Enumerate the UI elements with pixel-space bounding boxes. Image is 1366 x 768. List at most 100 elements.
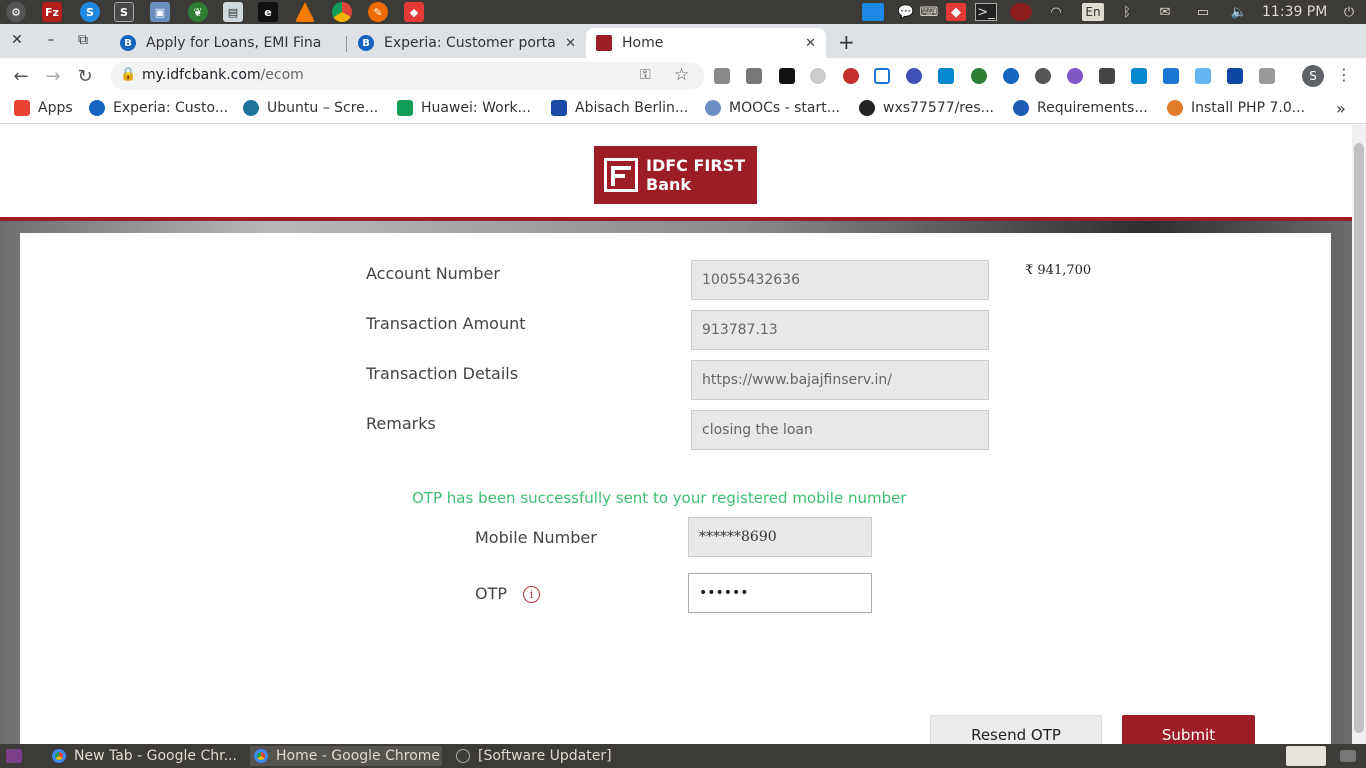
extension-icon[interactable] [1067, 68, 1083, 84]
notes-icon[interactable] [874, 68, 890, 84]
minimize-window-icon[interactable]: – [42, 32, 60, 48]
app-indicator-icon[interactable] [862, 3, 884, 21]
bluetooth-icon[interactable]: ᛒ [1120, 3, 1134, 21]
power-icon[interactable]: ⏻ [1340, 3, 1358, 21]
extension-icon[interactable] [810, 68, 826, 84]
bookmark-github[interactable]: wxs77577/res... [859, 100, 994, 116]
lock-icon[interactable]: 🔒 [120, 67, 136, 82]
camera-icon[interactable] [746, 68, 762, 84]
document-icon[interactable]: ▤ [223, 2, 243, 22]
clock[interactable]: 11:39 PM [1262, 4, 1327, 20]
address-bar[interactable]: 🔒 my.idfcbank.com/ecom ⚿ ☆ [110, 62, 704, 90]
scrollbar-thumb[interactable] [1354, 143, 1364, 733]
tab-apply-for-loans[interactable]: B Apply for Loans, EMI Fina [110, 28, 346, 58]
bookmark-ubuntu[interactable]: Ubuntu – Scre... [243, 100, 378, 116]
transaction-details-field: https://www.bajajfinserv.in/ [691, 360, 989, 400]
pen-icon[interactable] [1099, 68, 1115, 84]
vpn-icon[interactable] [1227, 68, 1243, 84]
grid-icon[interactable] [1195, 68, 1211, 84]
bookmark-moocs[interactable]: MOOCs - start... [705, 100, 840, 116]
skype-icon[interactable]: S [80, 2, 100, 22]
bookmark-apps[interactable]: Apps [14, 100, 73, 116]
bookmark-abisach[interactable]: Abisach Berlin... [551, 100, 688, 116]
chrome-icon[interactable] [332, 2, 352, 22]
cloud-icon[interactable] [938, 68, 954, 84]
filezilla-icon[interactable]: Fz [42, 2, 62, 22]
site-icon [1167, 100, 1183, 116]
mobile-number-label: Mobile Number [475, 528, 597, 547]
bank-logo-line2: Bank [646, 175, 692, 194]
keyboard-layout-indicator[interactable]: En [1082, 3, 1104, 21]
close-tab-icon[interactable]: ✕ [805, 36, 816, 51]
forward-icon[interactable]: → [42, 66, 64, 87]
terminal-icon[interactable]: >_ [975, 3, 997, 21]
taskbar-item-software-updater[interactable]: [Software Updater] [452, 746, 622, 766]
bookmark-install-php[interactable]: Install PHP 7.0... [1167, 100, 1305, 116]
anydesk-icon[interactable]: ◆ [404, 2, 424, 22]
trash-icon[interactable] [1340, 750, 1356, 762]
close-tab-icon[interactable]: ✕ [565, 36, 576, 51]
mail-icon[interactable]: ✉ [1155, 3, 1175, 21]
un-logo-icon [705, 100, 721, 116]
page-scrollbar[interactable] [1352, 125, 1366, 745]
vlc-icon[interactable] [295, 2, 315, 22]
tab-experia[interactable]: B Experia: Customer portal ✕ [348, 28, 586, 58]
globe-icon[interactable] [971, 68, 987, 84]
bookmark-star-icon[interactable]: ☆ [674, 65, 689, 85]
submit-button[interactable]: Submit [1122, 715, 1255, 745]
bank-logo[interactable]: IDFC FIRST Bank [594, 146, 757, 204]
taskbar-item-new-tab[interactable]: New Tab - Google Chr... [48, 746, 238, 766]
profile-avatar[interactable]: S [1302, 65, 1324, 87]
close-window-icon[interactable]: ✕ [8, 32, 26, 48]
share-icon[interactable] [1131, 68, 1147, 84]
bookmark-label: Experia: Custo... [113, 100, 229, 116]
workspace-switcher[interactable] [1286, 746, 1326, 766]
postman-icon[interactable]: ✎ [368, 2, 388, 22]
bookmark-huawei[interactable]: Huawei: Work... [397, 100, 531, 116]
tab-home[interactable]: Home ✕ [586, 28, 826, 58]
volume-icon[interactable]: 🔈 [1228, 3, 1250, 21]
menu-kebab-icon[interactable]: ⋮ [1336, 65, 1352, 84]
wifi-icon[interactable]: ◠ [1046, 3, 1066, 21]
screenshot-icon[interactable] [779, 68, 795, 84]
box-icon[interactable]: ▣ [150, 2, 170, 22]
keyboard-icon[interactable]: ⌨ [916, 3, 942, 21]
extension-icon[interactable] [1035, 68, 1051, 84]
new-tab-icon[interactable]: + [838, 30, 855, 54]
bookmark-experia[interactable]: Experia: Custo... [89, 100, 228, 116]
bookmark-requirements[interactable]: Requirements... [1013, 100, 1148, 116]
account-number-field: 10055432636 [691, 260, 989, 300]
mongodb-icon[interactable]: ❦ [188, 2, 208, 22]
settings-icon[interactable]: ⚙ [6, 2, 26, 22]
otp-input[interactable]: •••••• [688, 573, 872, 613]
bank-header: IDFC FIRST Bank [0, 125, 1352, 217]
chat-icon[interactable]: 💬 [898, 3, 914, 21]
url-host: my.idfcbank.com [142, 67, 261, 83]
extension-icon[interactable] [1259, 68, 1275, 84]
show-desktop-icon[interactable] [6, 749, 22, 763]
bajaj-icon [89, 100, 105, 116]
indicator-icon[interactable] [1010, 3, 1032, 21]
url-path: /ecom [260, 67, 304, 83]
resend-otp-button[interactable]: Resend OTP [930, 715, 1102, 745]
reload-icon[interactable]: ↻ [74, 66, 96, 87]
download-icon[interactable] [1163, 68, 1179, 84]
check-icon[interactable] [906, 68, 922, 84]
battery-icon[interactable]: ▭ [1190, 3, 1216, 21]
remarks-field: closing the loan [691, 410, 989, 450]
extension-icon[interactable] [714, 68, 730, 84]
anydesk-tray-icon[interactable]: ◆ [946, 3, 966, 21]
info-icon[interactable]: i [523, 586, 540, 603]
eboard-icon[interactable]: e [258, 2, 278, 22]
bank-logo-line1: IDFC FIRST [646, 156, 746, 175]
key-icon[interactable]: ⚿ [640, 67, 651, 83]
back-icon[interactable]: ← [10, 66, 32, 87]
youtube-icon[interactable] [843, 68, 859, 84]
sublime-icon[interactable]: S [114, 2, 134, 22]
taskbar-item-home[interactable]: Home - Google Chrome [250, 746, 442, 766]
more-bookmarks-icon[interactable]: » [1336, 99, 1346, 118]
drive-icon[interactable] [1003, 68, 1019, 84]
browser-toolbar: ← → ↻ 🔒 my.idfcbank.com/ecom ⚿ ☆ S ⋮ [0, 58, 1366, 94]
bank-logo-mark-icon [604, 158, 638, 192]
restore-window-icon[interactable]: ⧉ [74, 32, 92, 48]
